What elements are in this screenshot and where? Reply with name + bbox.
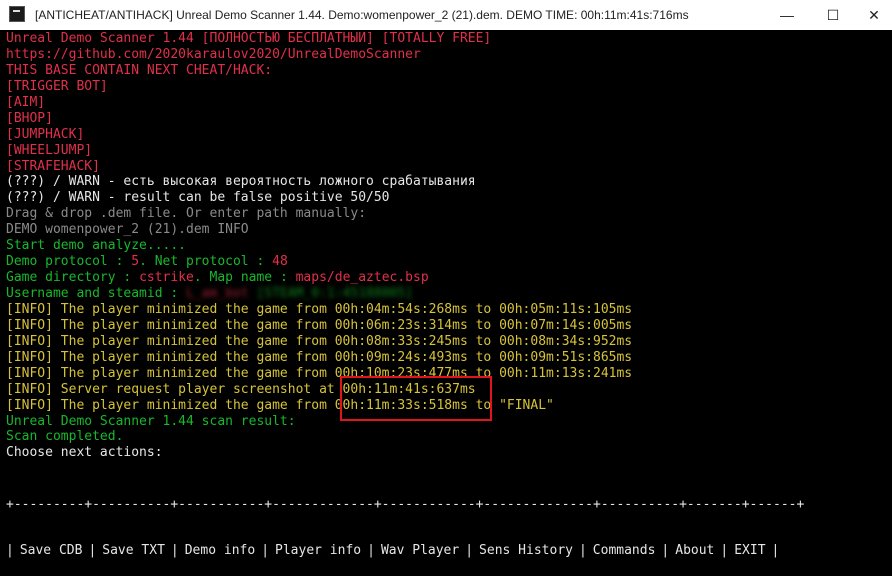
demo-info-button[interactable]: Demo info — [179, 541, 261, 561]
info-line: [INFO] The player minimized the game fro… — [6, 317, 633, 333]
window-title: [ANTICHEAT/ANTIHACK] Unreal Demo Scanner… — [35, 8, 689, 22]
wav-player-button[interactable]: Wav Player — [375, 541, 465, 561]
game-dir-value: cstrike — [139, 270, 194, 286]
game-dir-line: Game directory : cstrike. Map name : map… — [6, 270, 886, 286]
window-controls: — ☐ ✕ — [764, 0, 892, 30]
exit-button[interactable]: EXIT — [728, 541, 771, 561]
commands-button[interactable]: Commands — [587, 541, 662, 561]
cheat-item: [STRAFEHACK] — [6, 158, 100, 174]
maximize-button[interactable]: ☐ — [810, 0, 856, 30]
minimize-button[interactable]: — — [764, 0, 810, 30]
scrollbar[interactable] — [887, 31, 892, 502]
drag-drop-prompt: Drag & drop .dem file. Or enter path man… — [6, 206, 367, 222]
protocol-value: 5 — [131, 254, 140, 270]
title-bar: [ANTICHEAT/ANTIHACK] Unreal Demo Scanner… — [0, 0, 892, 30]
cheat-intro: THIS BASE CONTAIN NEXT CHEAT/HACK: — [6, 62, 273, 78]
warn-ru: (???) / WARN - есть высокая вероятность … — [6, 174, 476, 190]
app-icon — [9, 6, 25, 22]
menu-row: | Save CDB | Save TXT | Demo info | Player i… — [6, 541, 892, 561]
protocol-label: Demo protocol : — [6, 254, 132, 270]
cheat-item: [AIM] — [6, 94, 46, 110]
net-protocol-value: 48 — [272, 254, 288, 270]
cheat-item: [JUMPHACK] — [6, 126, 85, 142]
choose-actions: Choose next actions: — [6, 445, 163, 461]
info-line: [INFO] The player minimized the game fro… — [6, 301, 633, 317]
username-line: Username and steamid : L_am_bot [STEAM_0… — [6, 286, 886, 302]
start-analyze: Start demo analyze..... — [6, 238, 187, 254]
info-line: [INFO] The player minimized the game fro… — [6, 349, 633, 365]
steamid-value: [STEAM_0:1:45188005] — [256, 286, 414, 301]
close-button[interactable]: ✕ — [856, 0, 892, 30]
header-title: Unreal Demo Scanner 1.44 [ПОЛНОСТЬЮ БЕСП… — [6, 31, 492, 46]
cheat-item: [WHEELJUMP] — [6, 142, 93, 158]
console-output: Unreal Demo Scanner 1.44 [ПОЛНОСТЬЮ БЕСП… — [6, 31, 886, 502]
warn-en: (???) / WARN - result can be false posit… — [6, 190, 390, 206]
map-value: maps/de_aztec.bsp — [295, 270, 429, 286]
demo-info: DEMO womenpower_2 (21).dem INFO — [6, 222, 249, 238]
username-value: L_am_bot — [186, 286, 249, 301]
sens-history-button[interactable]: Sens History — [473, 541, 579, 561]
cheat-item: [TRIGGER BOT] — [6, 78, 108, 94]
map-label: . Map name : — [193, 270, 296, 286]
player-info-button[interactable]: Player info — [269, 541, 367, 561]
username-label: Username and steamid : — [6, 286, 187, 301]
about-button[interactable]: About — [669, 541, 720, 561]
menu-border: +---------+----------+-----------+------… — [6, 497, 805, 512]
protocol-line: Demo protocol : 5. Net protocol : 48 — [6, 254, 886, 270]
info-line: [INFO] The player minimized the game fro… — [6, 333, 633, 349]
action-menu: +---------+----------+-----------+------… — [6, 469, 892, 576]
game-dir-label: Game directory : — [6, 270, 140, 286]
scan-completed: Scan completed. — [6, 429, 124, 445]
highlight-box — [340, 376, 492, 421]
net-protocol-label: . Net protocol : — [139, 254, 273, 270]
header-url: https://github.com/2020karaulov2020/Unre… — [6, 46, 421, 62]
save-cdb-button[interactable]: Save CDB — [14, 541, 89, 561]
save-txt-button[interactable]: Save TXT — [96, 541, 171, 561]
cheat-item: [BHOP] — [6, 110, 53, 126]
